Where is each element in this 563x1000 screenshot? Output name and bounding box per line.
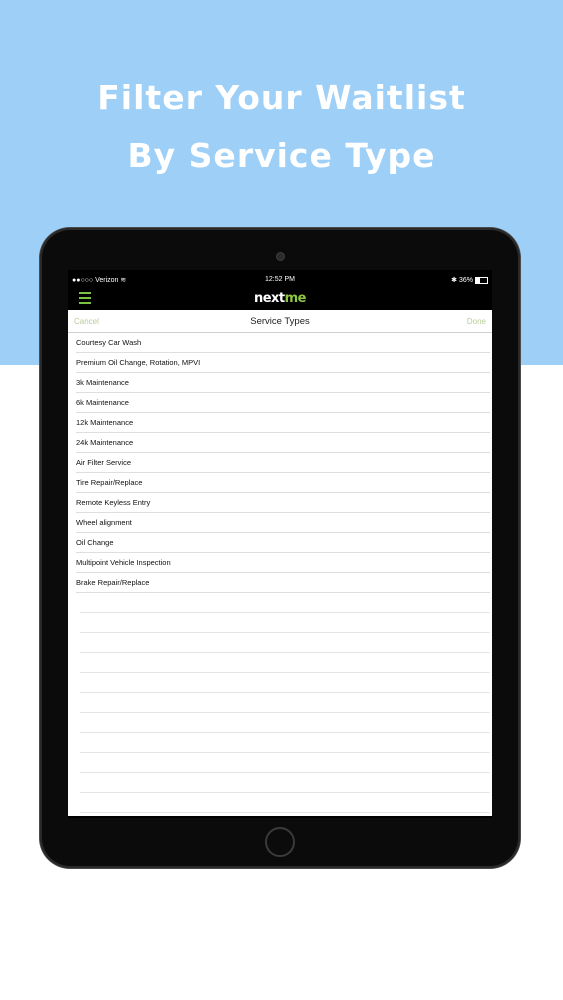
home-button[interactable] xyxy=(265,827,295,857)
list-item[interactable]: 12k Maintenance xyxy=(76,413,490,433)
sheet-title: Service Types xyxy=(250,316,310,327)
tablet-frame: ●●○○○ Verizon ≋ 12:52 PM ✱ 36% nextme Ca… xyxy=(40,228,520,868)
logo-me: me xyxy=(284,291,307,306)
list-item[interactable]: Premium Oil Change, Rotation, MPVI xyxy=(76,353,490,373)
empty-list-rows xyxy=(80,593,490,813)
sheet-header: Cancel Service Types Done xyxy=(68,310,492,333)
service-type-list: Courtesy Car Wash Premium Oil Change, Ro… xyxy=(76,333,490,593)
camera-icon xyxy=(276,252,285,261)
status-time: 12:52 PM xyxy=(265,276,295,283)
battery-status: ✱ 36% xyxy=(451,276,488,284)
tablet-screen: ●●○○○ Verizon ≋ 12:52 PM ✱ 36% nextme Ca… xyxy=(68,270,492,818)
list-item[interactable]: Oil Change xyxy=(76,533,490,553)
list-item[interactable]: Brake Repair/Replace xyxy=(76,573,490,593)
list-item[interactable]: 6k Maintenance xyxy=(76,393,490,413)
list-item[interactable]: 3k Maintenance xyxy=(76,373,490,393)
battery-icon xyxy=(475,276,488,284)
done-button[interactable]: Done xyxy=(467,317,486,326)
logo-next: next xyxy=(253,291,285,306)
list-item[interactable]: 24k Maintenance xyxy=(76,433,490,453)
list-item[interactable]: Air Filter Service xyxy=(76,453,490,473)
status-bar: ●●○○○ Verizon ≋ 12:52 PM ✱ 36% xyxy=(68,270,492,288)
list-item[interactable]: Tire Repair/Replace xyxy=(76,473,490,493)
battery-percent: ✱ 36% xyxy=(451,277,473,284)
app-logo: nextme xyxy=(68,291,492,306)
service-types-sheet: Cancel Service Types Done Courtesy Car W… xyxy=(68,310,492,816)
list-item[interactable]: Multipoint Vehicle Inspection xyxy=(76,553,490,573)
list-item[interactable]: Wheel alignment xyxy=(76,513,490,533)
headline-line-2: By Service Type xyxy=(127,136,436,175)
list-item[interactable]: Courtesy Car Wash xyxy=(76,333,490,353)
app-header: nextme xyxy=(68,288,492,310)
headline-line-1: Filter Your Waitlist xyxy=(97,78,466,117)
list-item[interactable]: Remote Keyless Entry xyxy=(76,493,490,513)
